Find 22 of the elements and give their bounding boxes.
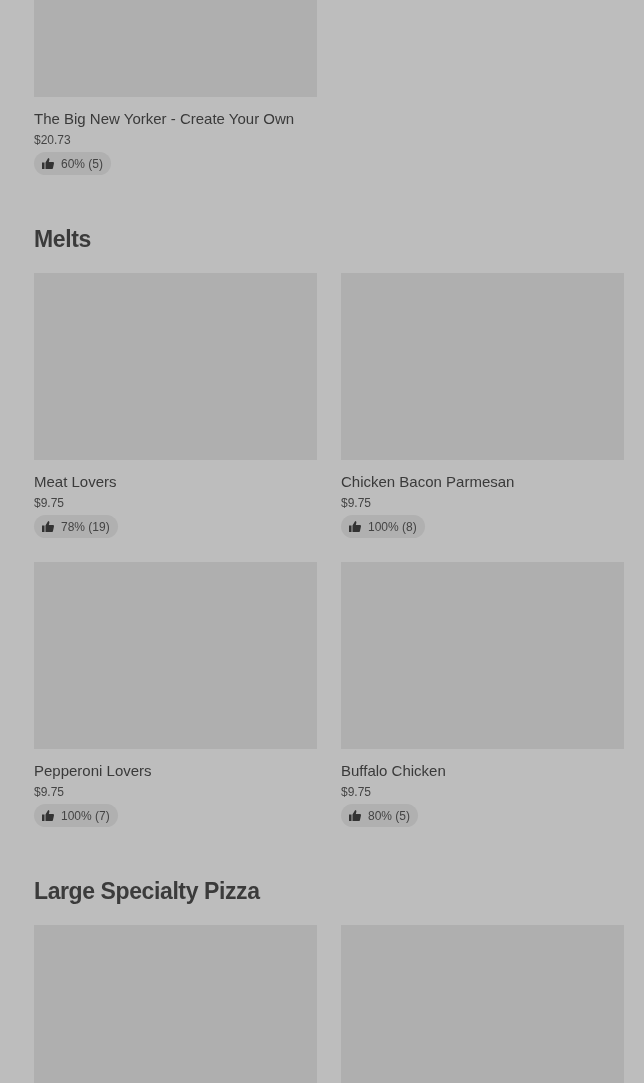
thumbs-up-icon — [42, 521, 54, 532]
item-name[interactable]: Chicken Bacon Parmesan — [341, 472, 515, 492]
rating-text: 78% (19) — [61, 519, 110, 534]
item-price: $20.73 — [34, 132, 71, 148]
rating-text: 100% (7) — [61, 808, 110, 823]
section-heading: Large Specialty Pizza — [34, 877, 262, 905]
item-name[interactable]: Meat Lovers — [34, 472, 117, 492]
thumbs-up-icon — [42, 158, 54, 169]
item-price: $9.75 — [34, 495, 65, 511]
item-name[interactable]: Buffalo Chicken — [341, 761, 446, 781]
item-price: $9.75 — [34, 784, 65, 800]
section-heading: Melts — [34, 225, 92, 253]
rating-text: 60% (5) — [61, 156, 104, 171]
thumbs-up-icon — [349, 810, 361, 821]
thumbs-up-icon — [42, 810, 54, 821]
item-name[interactable]: Pepperoni Lovers — [34, 761, 152, 781]
item-price: $9.75 — [341, 495, 372, 511]
thumbs-up-icon — [349, 521, 361, 532]
item-price: $9.75 — [341, 784, 372, 800]
item-name[interactable]: The Big New Yorker - Create Your Own — [34, 109, 295, 129]
rating-text: 100% (8) — [368, 519, 417, 534]
rating-text: 80% (5) — [368, 808, 411, 823]
